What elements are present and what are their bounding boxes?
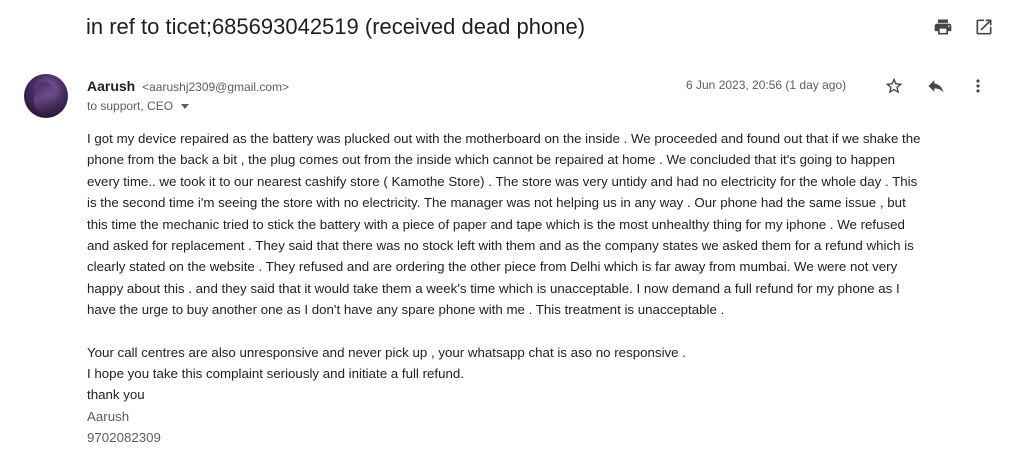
star-icon[interactable] — [884, 76, 904, 96]
closing-line: thank you — [87, 387, 145, 403]
body-line: Your call centres are also unresponsive … — [87, 344, 686, 360]
body-line: phone from the back a bit , the plug com… — [87, 152, 895, 168]
body-line: is the second time i'm seeing the store … — [87, 195, 906, 211]
body-line: and asked for replacement . They said th… — [87, 238, 914, 254]
body-line: clearly stated on the website . They ref… — [87, 259, 898, 275]
signature-phone: 9702082309 — [87, 430, 161, 446]
reply-icon[interactable] — [926, 76, 946, 96]
body-line: happy about this . and they said that it… — [87, 280, 900, 296]
signature-name: Aarush — [87, 408, 130, 424]
thread-actions — [933, 17, 994, 37]
print-icon[interactable] — [933, 17, 953, 37]
recipients-label: to support, CEO — [87, 99, 174, 113]
sender-avatar[interactable] — [24, 74, 68, 118]
message-body: I got my device repaired as the battery … — [87, 128, 997, 449]
sender-line: Aarush <aarushj2309@gmail.com> — [87, 78, 289, 94]
email-subject: in ref to ticet;685693042519 (received d… — [86, 14, 586, 39]
chevron-down-icon[interactable] — [181, 104, 190, 109]
body-line: have the urge to buy another one as I do… — [87, 302, 725, 318]
message-actions — [884, 76, 988, 96]
body-line: I hope you take this complaint seriously… — [87, 366, 464, 382]
recipients: to support, CEO — [87, 99, 190, 113]
body-line: every time.. we took it to our nearest c… — [87, 173, 918, 189]
body-line: this time the mechanic tried to stick th… — [87, 216, 905, 232]
more-vert-icon[interactable] — [968, 76, 988, 96]
message-date: 6 Jun 2023, 20:56 (1 day ago) — [686, 78, 847, 92]
sender-email: <aarushj2309@gmail.com> — [142, 80, 290, 94]
body-line: I got my device repaired as the battery … — [87, 131, 921, 146]
sender-name[interactable]: Aarush — [87, 78, 135, 94]
open-in-new-icon[interactable] — [974, 17, 994, 37]
